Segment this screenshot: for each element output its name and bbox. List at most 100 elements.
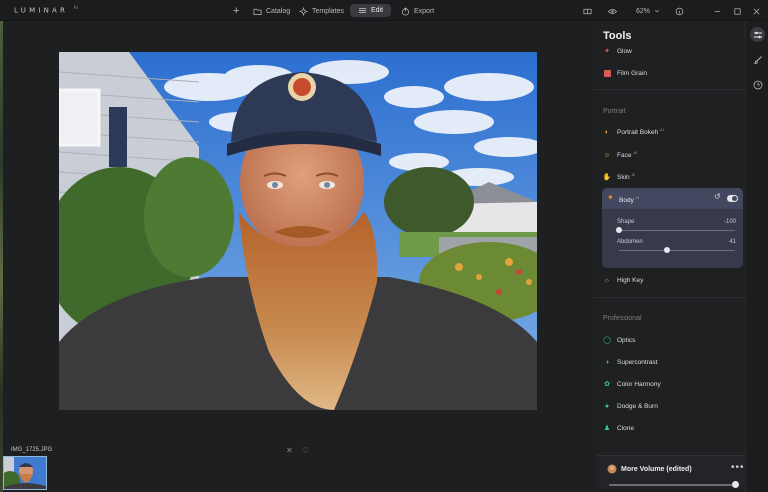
glow-icon: ✦ [604,48,610,55]
tool-label: Clone [617,424,634,432]
tool-label: Skin AI [617,172,636,182]
edit-tools-button[interactable] [750,27,765,42]
tools-panel: Tools ✦ Glow Film Grain Portrait ◐ Portr… [593,21,745,492]
clock-icon [753,80,762,89]
skin-icon: ✋ [602,174,612,181]
plus-icon: + [233,5,240,17]
face-icon: ☺ [603,151,611,159]
reset-icon[interactable]: ↺ [714,192,721,201]
high-key-icon: ☼ [603,276,611,284]
shape-slider-track[interactable] [619,230,735,231]
body-icon: ✶ [607,193,614,202]
tool-glow[interactable]: ✦ Glow [603,45,632,57]
preset-bar: More Volume (edited) ••• [597,455,747,489]
tool-supercontrast[interactable]: ◑ Supercontrast [603,356,658,368]
templates-label: Templates [312,7,344,15]
tool-label: Portrait Bokeh AI [617,127,664,137]
tool-label: Optics [617,336,636,344]
templates-tab[interactable]: Templates [299,4,344,18]
minimize-icon [714,10,721,12]
abdomen-slider-knob[interactable] [663,247,670,253]
left-edge-strip [0,21,3,492]
catalog-label: Catalog [266,7,291,15]
chevron-down-icon [655,9,660,13]
abdomen-slider-track[interactable] [619,250,735,251]
abdomen-slider-value: 41 [729,239,736,245]
tool-label: Dodge & Burn [617,402,658,410]
eye-icon [608,8,617,14]
shape-slider-label: Shape [617,219,635,225]
app-window: LUMINAR AI + Catalog Templates Edit Expo… [0,0,768,492]
info-button[interactable] [675,4,684,18]
tool-dodge-burn[interactable]: ● Dodge & Burn [603,400,658,412]
preset-name: More Volume (edited) [621,466,692,473]
body-tool-header[interactable]: ✶ Body AI ↺ [602,188,743,209]
shape-slider-knob[interactable] [616,227,622,233]
optics-icon: ◯ [603,337,611,344]
tool-label: Color Harmony [617,380,661,388]
close-window-button[interactable] [752,4,761,18]
minimize-button[interactable] [713,4,722,18]
top-toolbar: LUMINAR AI + Catalog Templates Edit Expo… [0,0,768,21]
add-photos-button[interactable]: + [233,4,239,18]
compare-button[interactable] [583,4,592,18]
tool-label: Supercontrast [617,358,658,366]
compare-icon [583,8,592,14]
sliders-icon [358,8,367,13]
tool-label: High Key [617,276,644,284]
tool-skin[interactable]: ✋ Skin AI [602,171,636,183]
tool-clone[interactable]: ♟ Clone [603,422,634,434]
thumbnail-image [4,457,46,489]
abdomen-slider-label: Abdomen [617,239,643,245]
edit-tab[interactable]: Edit [350,4,392,17]
divider [593,89,745,90]
export-tab[interactable]: Export [401,4,434,18]
sparkle-icon [299,6,308,16]
catalog-tab[interactable]: Catalog [253,4,290,18]
photo-canvas[interactable] [59,52,537,410]
color-harmony-icon: ✿ [604,381,610,388]
filmstrip-filename: IMG_1725.JPG [11,447,53,453]
history-button[interactable] [750,77,765,92]
tool-high-key[interactable]: ☼ High Key [603,274,644,286]
shape-slider-value: -100 [723,219,736,225]
maximize-icon [734,7,741,15]
export-label: Export [414,7,435,15]
filmstrip-thumbnail[interactable] [3,456,47,490]
preset-amount-slider[interactable] [609,484,735,486]
sliders-icon [753,31,762,38]
tool-portrait-bokeh[interactable]: ◐ Portrait Bokeh AI [603,126,664,138]
tool-label: Glow [617,47,632,55]
section-portrait: Portrait [603,108,626,115]
body-label: Body AI [619,195,640,205]
app-logo: LUMINAR AI [14,6,79,15]
panel-title: Tools [603,30,632,42]
body-visibility-toggle[interactable] [727,195,738,202]
body-tool-card: ✶ Body AI ↺ Shape -100 Abdomen 41 [602,188,743,268]
reject-button[interactable]: ✕ [286,446,293,455]
zoom-value: 62% [636,7,651,15]
preview-button[interactable] [608,4,617,18]
maximize-button[interactable] [733,4,742,18]
export-icon [401,6,410,15]
presets-button[interactable] [750,52,765,67]
portrait-photo [59,52,537,410]
close-icon [753,8,760,14]
tool-color-harmony[interactable]: ✿ Color Harmony [603,378,661,390]
bokeh-icon: ◐ [604,128,610,136]
tool-label: Face AI [617,150,638,160]
preset-thumbnail-icon [607,464,617,474]
close-icon: ✕ [286,446,293,455]
brush-icon [754,55,762,64]
divider [593,297,745,298]
tool-face[interactable]: ☺ Face AI [603,149,637,161]
preset-more-button[interactable]: ••• [731,462,745,473]
zoom-dropdown[interactable]: 62% [636,4,660,18]
preset-amount-knob[interactable] [732,481,739,488]
section-professional: Professional [603,315,642,322]
tool-optics[interactable]: ◯ Optics [603,334,635,346]
contrast-icon: ◑ [604,358,610,366]
tool-film-grain[interactable]: Film Grain [603,67,647,79]
favorite-button[interactable]: ♡ [302,446,309,455]
right-rail [745,21,768,492]
